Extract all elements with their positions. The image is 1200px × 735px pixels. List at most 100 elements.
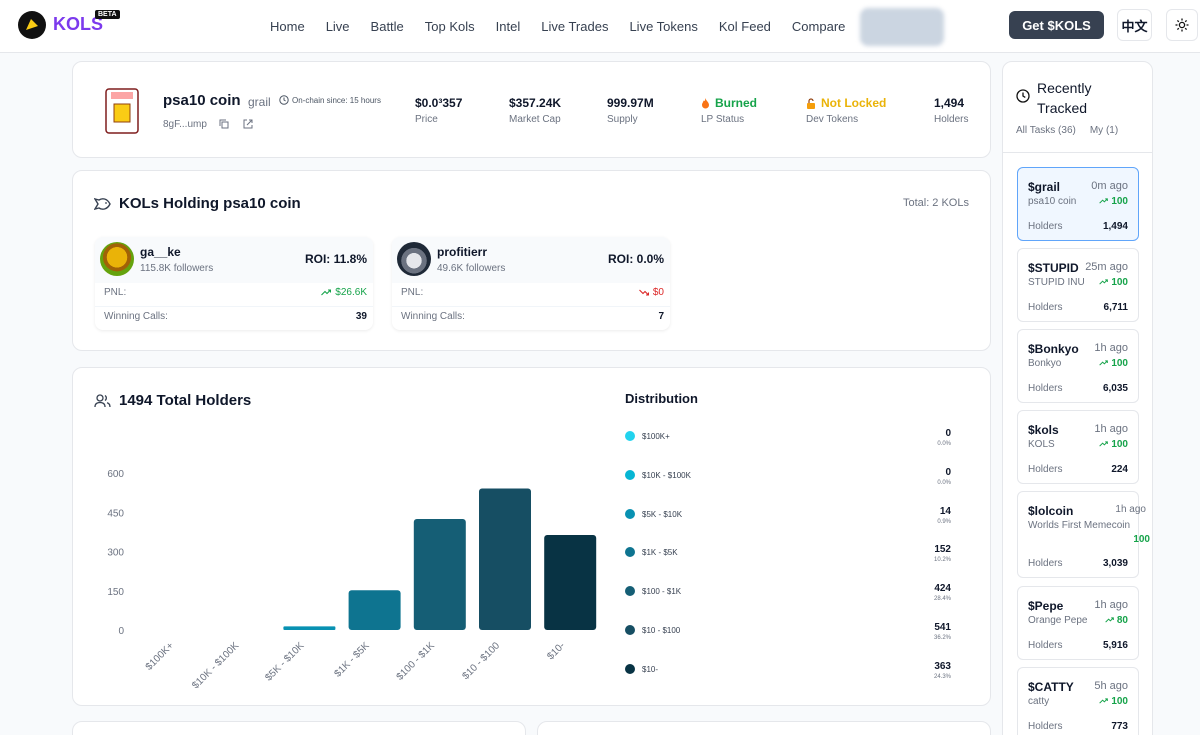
tracked-time: 1h ago: [1094, 342, 1128, 354]
tracked-score: 100: [1099, 439, 1128, 450]
distribution-percent: 28.4%: [933, 596, 951, 603]
tracked-token-card[interactable]: $grail 0m ago psa10 coin 100 Holders 1,494: [1017, 167, 1139, 241]
x-tick-label: $10-: [545, 640, 567, 662]
legend-dot: [625, 431, 635, 441]
tracked-holders-value: 224: [1111, 464, 1128, 475]
language-toggle-button[interactable]: 中文: [1117, 9, 1152, 41]
token-name: psa10 coin: [163, 92, 241, 109]
y-tick-label: 150: [107, 587, 124, 598]
tracked-holders-value: 1,494: [1102, 221, 1128, 232]
chart-bar[interactable]: [348, 590, 401, 630]
avatar: [397, 242, 431, 276]
tracked-name: Bonkyo: [1028, 358, 1062, 369]
legend-dot: [625, 547, 635, 558]
tracked-holders-label: Holders: [1028, 302, 1063, 313]
tab-my[interactable]: My (1): [1090, 125, 1118, 136]
nav-link-intel[interactable]: Intel: [496, 19, 521, 34]
distribution-count: 0: [945, 428, 951, 439]
blurred-button[interactable]: [860, 8, 944, 46]
tracked-score: 100: [1099, 696, 1128, 707]
tracked-token-card[interactable]: $CATTY 5h ago catty 100 Holders 773: [1017, 667, 1139, 735]
nav-link-compare[interactable]: Compare: [792, 19, 845, 34]
stat-holders: 1,494 Holders: [934, 96, 969, 125]
holders-bar-chart: 0 150 300 450 600 $100K+ $10K - $100K $5K - $10…: [107, 469, 597, 688]
copy-icon[interactable]: [219, 119, 229, 129]
external-link-icon[interactable]: [243, 119, 253, 129]
kols-holding-card: KOLs Holding psa10 coin Total: 2 KOLs ga…: [72, 170, 991, 351]
beta-badge: BETA: [95, 10, 120, 19]
nav-link-live-tokens[interactable]: Live Tokens: [629, 19, 697, 34]
tracked-time: 0m ago: [1091, 180, 1128, 192]
legend-dot: [625, 508, 635, 519]
nav-link-live-trades[interactable]: Live Trades: [541, 19, 608, 34]
bottom-card-right: [537, 721, 991, 735]
distribution-count: 0: [945, 466, 951, 478]
nav-link-top-kols[interactable]: Top Kols: [425, 19, 475, 34]
onchain-since-text: On-chain since: 15 hours: [292, 95, 381, 105]
fire-icon: [702, 97, 709, 108]
legend-dot: [625, 625, 635, 635]
nav-link-kol-feed[interactable]: Kol Feed: [719, 19, 771, 34]
kol-winning-calls: 7: [658, 311, 664, 322]
distribution-percent: 24.3%: [933, 673, 951, 680]
top-navbar: KOLS BETA Home Live Battle Top Kols Inte…: [0, 0, 1200, 53]
tracked-name: Worlds First Memecoin: [1028, 520, 1131, 531]
theme-toggle-button[interactable]: [1166, 9, 1198, 41]
chart-bar[interactable]: [479, 488, 531, 630]
legend-dot: [625, 469, 635, 480]
distribution-item: $10- 363 24.3%: [625, 661, 951, 691]
distribution-label: $10 - $100: [642, 626, 681, 635]
chart-bar[interactable]: [544, 535, 597, 630]
tracked-holders-value: 6,711: [1103, 302, 1128, 313]
get-kols-button[interactable]: Get $KOLS: [1009, 11, 1104, 39]
distribution-item: $10 - $100 541 36.2%: [625, 622, 951, 652]
users-icon: [94, 393, 111, 407]
tracked-holders-value: 6,035: [1102, 383, 1128, 394]
nav-links: Home Live Battle Top Kols Intel Live Tra…: [270, 0, 845, 53]
tracked-time: 25m ago: [1085, 261, 1128, 273]
nav-link-live[interactable]: Live: [326, 19, 350, 34]
distribution-count: 541: [934, 622, 951, 633]
kol-pnl: $26.6K: [335, 287, 367, 298]
distribution-title: Distribution: [625, 391, 698, 406]
kol-card[interactable]: profitierr 49.6K followers ROI: 0.0% PNL…: [392, 237, 670, 330]
nav-link-battle[interactable]: Battle: [371, 19, 404, 34]
tracked-token-card[interactable]: $Bonkyo 1h ago Bonkyo 100 Holders 6,035: [1017, 329, 1139, 403]
trend-up-icon: [1099, 279, 1109, 285]
tracked-token-card[interactable]: $STUPID 25m ago STUPID INU 100 Holders 6,711: [1017, 248, 1139, 322]
distribution-count: 363: [934, 660, 951, 672]
fish-icon: [94, 197, 111, 210]
chart-bar[interactable]: [413, 519, 466, 630]
pnl-label: PNL:: [401, 287, 424, 298]
kol-name[interactable]: ga__ke: [140, 245, 181, 259]
kols-logo-icon[interactable]: [18, 11, 46, 39]
winning-calls-label: Winning Calls:: [401, 311, 465, 322]
kol-followers: 115.8K followers: [140, 263, 214, 274]
holders-section-title: 1494 Total Holders: [94, 392, 251, 409]
kol-winning-calls: 39: [355, 311, 367, 322]
tracked-time: 1h ago: [1115, 504, 1146, 515]
tab-all-tasks[interactable]: All Tasks (36): [1016, 125, 1076, 136]
tracked-holders-label: Holders: [1028, 640, 1063, 651]
tracked-token-card[interactable]: $kols 1h ago KOLS 100 Holders 224: [1017, 410, 1139, 484]
x-tick-label: $1K - $5K: [332, 640, 371, 679]
trend-up-icon: [1099, 198, 1109, 204]
nav-link-home[interactable]: Home: [270, 19, 305, 34]
distribution-item: $10K - $100K 0 0.0%: [625, 467, 951, 497]
kol-card[interactable]: ga__ke 115.8K followers ROI: 11.8% PNL: $…: [95, 237, 373, 330]
x-tick-label: $100 - $1K: [395, 640, 438, 683]
distribution-label: $1K - $5K: [642, 548, 678, 558]
legend-dot: [625, 663, 635, 674]
trend-up-icon: [1099, 360, 1109, 366]
kol-name[interactable]: profitierr: [437, 245, 487, 259]
tracked-score: 100: [1099, 358, 1128, 369]
tracked-token-card[interactable]: $lolcoin Worlds First Memecoin Holders 3,03…: [1017, 491, 1150, 578]
unlock-icon: [807, 97, 815, 109]
chart-bar[interactable]: [283, 626, 336, 630]
distribution-label: $10-: [642, 664, 659, 674]
tracked-token-card[interactable]: $Pepe 1h ago Orange Pepe 80 Holders 5,916: [1017, 586, 1139, 660]
stat-lp-status: Burned LP Status: [701, 96, 757, 125]
kols-section-title: KOLs Holding psa10 coin: [94, 195, 301, 212]
token-header-card: psa10 coin grail On-chain since: 15 hour…: [72, 61, 991, 158]
clock-icon: [279, 95, 289, 105]
